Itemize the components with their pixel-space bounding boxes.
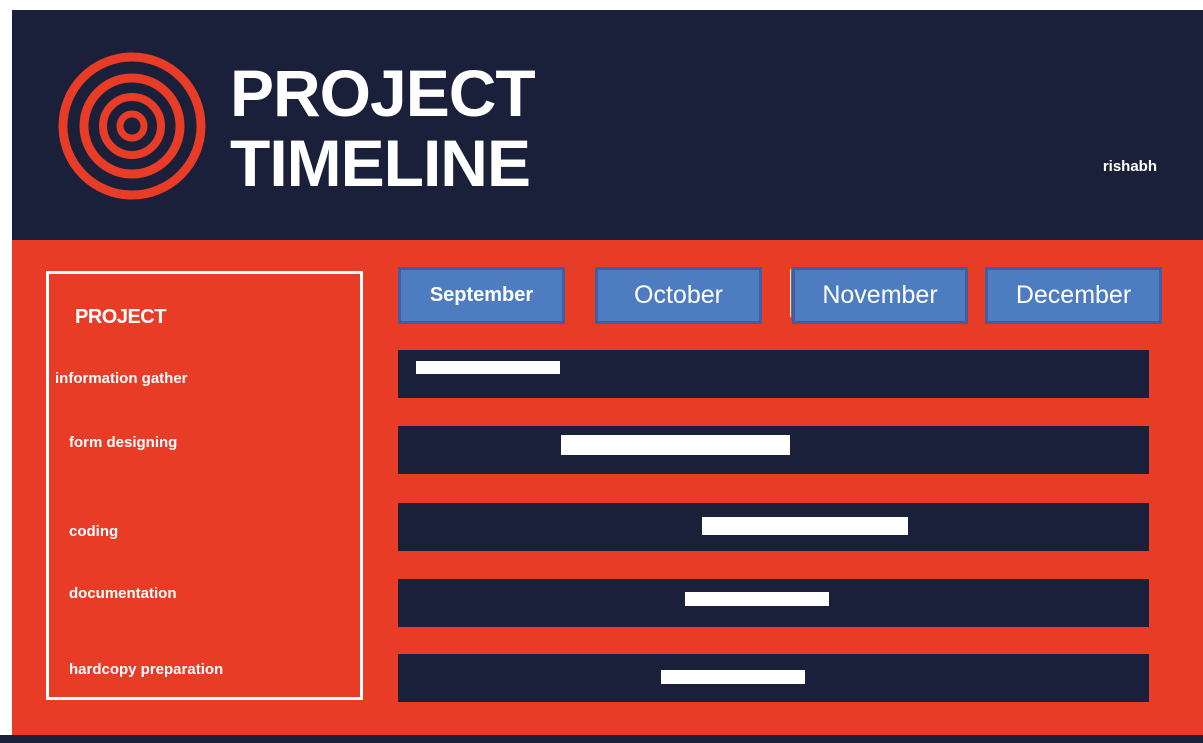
task-label-information-gather: information gather <box>55 370 188 387</box>
month-header-october: October <box>595 267 762 324</box>
bottom-strip <box>0 735 1203 743</box>
timeline-row-form-designing <box>398 426 1149 474</box>
panel-heading: PROJECT <box>75 306 166 328</box>
task-label-coding: coding <box>69 523 119 540</box>
page-title: PROJECT TIMELINE <box>230 56 536 200</box>
task-bar <box>702 517 908 535</box>
timeline-row-documentation <box>398 579 1149 627</box>
month-header-september: September <box>398 267 565 324</box>
task-label-documentation: documentation <box>69 585 177 602</box>
task-bar <box>661 670 805 684</box>
task-bar <box>685 592 829 606</box>
timeline-row-coding <box>398 503 1149 551</box>
title-line-2: TIMELINE <box>230 126 531 200</box>
timeline-row-information-gather <box>398 350 1149 398</box>
month-header-november: November <box>792 267 968 324</box>
author-name: rishabh <box>1102 158 1157 175</box>
task-bar <box>416 361 560 374</box>
timeline-row-hardcopy-preparation <box>398 654 1149 702</box>
month-divider <box>790 269 791 317</box>
concentric-circles-icon <box>58 52 206 200</box>
task-bar <box>561 435 790 455</box>
header-band: PROJECT TIMELINE rishabh <box>12 10 1203 240</box>
task-label-form-designing: form designing <box>69 434 178 451</box>
task-panel: PROJECT information gather form designin… <box>46 271 363 700</box>
task-label-hardcopy-preparation: hardcopy preparation <box>69 661 224 678</box>
month-header-december: December <box>985 267 1162 324</box>
title-line-1: PROJECT <box>230 56 536 130</box>
